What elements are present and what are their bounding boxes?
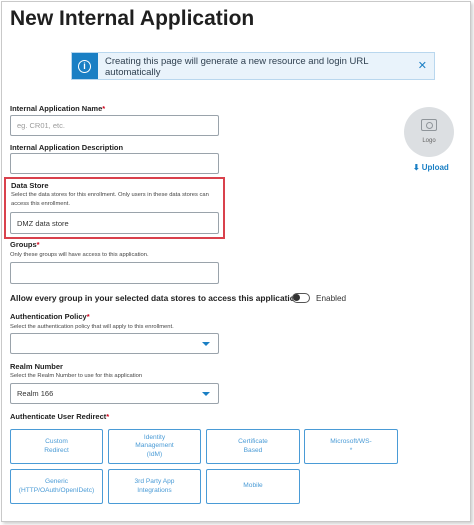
upload-icon: ⬇ xyxy=(413,163,420,172)
groups-label: Groups* xyxy=(10,240,40,249)
realm-value: Realm 166 xyxy=(17,389,54,398)
page-title: New Internal Application xyxy=(10,7,255,30)
realm-help: Select the Realm Number to use for this … xyxy=(10,373,143,379)
banner-message-line-1: Creating this page will generate a new r… xyxy=(105,56,369,67)
redirect-label: Authenticate User Redirect* xyxy=(10,412,110,421)
data-store-help-line-1: Select the data stores for this enrollme… xyxy=(11,192,209,198)
close-icon[interactable]: ✕ xyxy=(418,60,427,72)
realm-label: Realm Number xyxy=(10,362,63,371)
toggle-state-label: Enabled xyxy=(316,294,347,303)
data-store-help: Select the data stores for this enrollme… xyxy=(11,191,221,208)
logo-label: Logo xyxy=(422,138,436,144)
app-description-label: Internal Application Description xyxy=(10,143,124,152)
redirect-option-identity-management[interactable]: Identity Management (IdM) xyxy=(108,429,201,464)
data-store-help-line-2: access this enrollment. xyxy=(11,200,70,207)
groups-help: Only these groups will have access to th… xyxy=(10,252,149,258)
redirect-option-third-party-integrations[interactable]: 3rd Party App Integrations xyxy=(108,469,201,504)
redirect-option-generic[interactable]: Generic (HTTP/OAuth/OpenIDetc) xyxy=(10,469,103,504)
banner-message-line-2: automatically xyxy=(105,67,161,78)
auth-policy-select[interactable] xyxy=(10,333,219,354)
redirect-option-custom-redirect[interactable]: Custom Redirect xyxy=(10,429,103,464)
redirect-option-mobile[interactable]: Mobile xyxy=(206,469,300,504)
data-store-label: Data Store xyxy=(11,181,49,190)
info-banner: i Creating this page will generate a new… xyxy=(71,52,435,80)
allow-all-groups-label: Allow every group in your selected data … xyxy=(10,293,303,303)
auth-policy-label: Authentication Policy* xyxy=(10,312,90,321)
app-description-input[interactable] xyxy=(10,153,219,174)
camera-icon xyxy=(421,119,437,131)
redirect-option-microsoft-ws[interactable]: Microsoft/WS- * xyxy=(304,429,398,464)
app-name-label: Internal Application Name* xyxy=(10,104,106,113)
chevron-down-icon xyxy=(202,391,210,396)
redirect-option-certificate-based[interactable]: Certificate Based xyxy=(206,429,300,464)
banner-message: Creating this page will generate a new r… xyxy=(105,56,405,78)
info-icon: i xyxy=(78,60,91,73)
data-store-value: DMZ data store xyxy=(17,218,69,228)
allow-all-groups-toggle[interactable] xyxy=(292,293,310,303)
chevron-down-icon xyxy=(202,341,210,346)
banner-accent-bar: i xyxy=(72,53,98,79)
auth-policy-help: Select the authentication policy that wi… xyxy=(10,324,174,330)
app-name-placeholder: eg. CR01, etc. xyxy=(17,121,65,130)
upload-button[interactable]: ⬇ Upload xyxy=(413,163,449,172)
realm-select[interactable]: Realm 166 xyxy=(10,383,219,404)
logo-placeholder[interactable]: Logo xyxy=(404,107,454,157)
data-store-input[interactable]: DMZ data store xyxy=(10,212,219,234)
app-name-input[interactable]: eg. CR01, etc. xyxy=(10,115,219,136)
toggle-knob xyxy=(293,294,300,301)
groups-input[interactable] xyxy=(10,262,219,284)
upload-label: Upload xyxy=(421,163,449,172)
